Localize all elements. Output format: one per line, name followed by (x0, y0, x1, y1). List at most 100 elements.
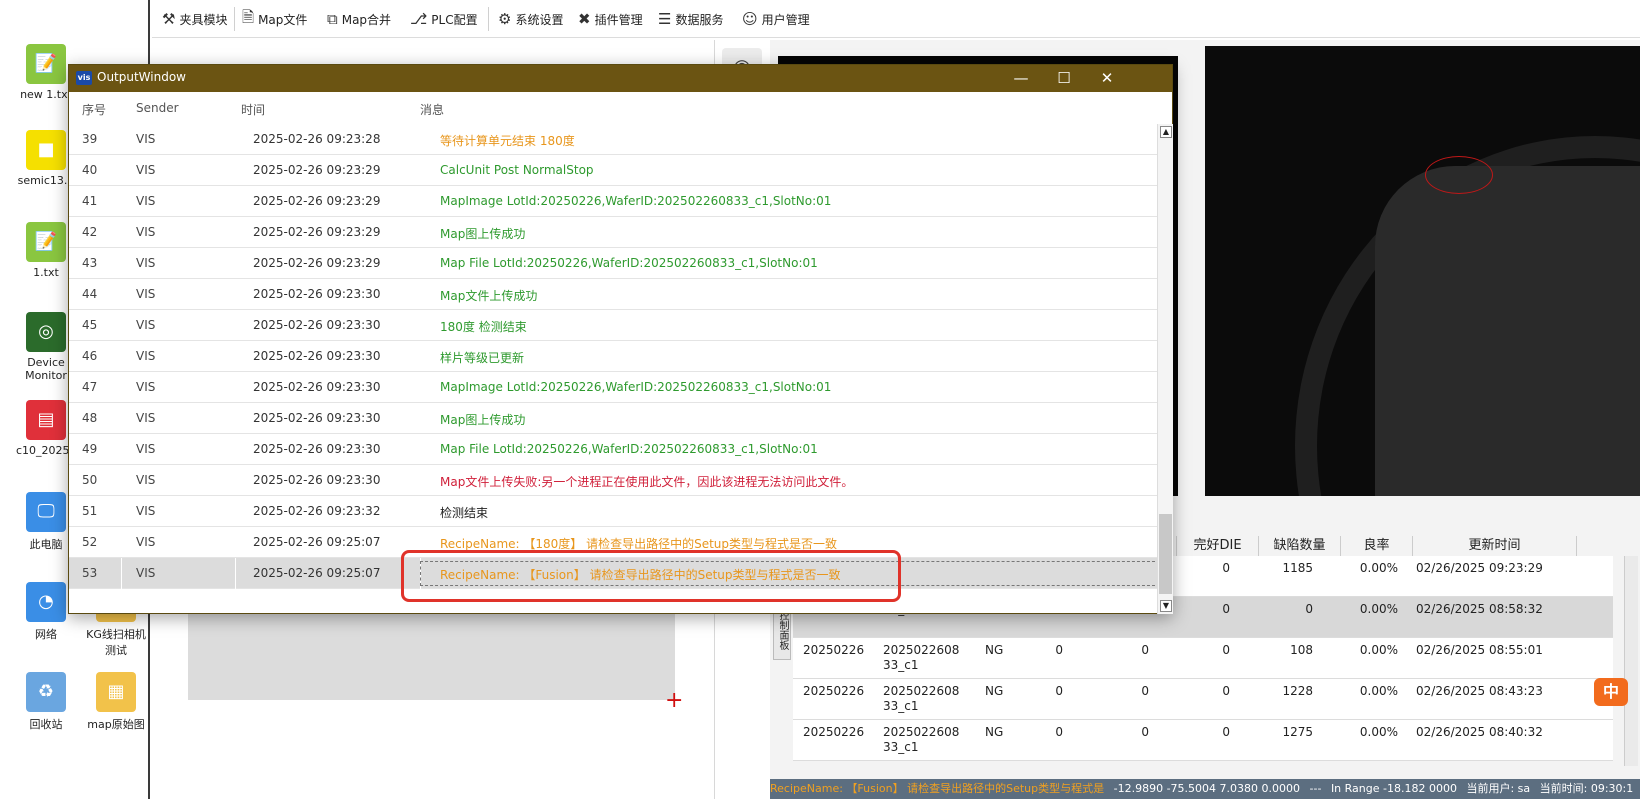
log-time: 2025-02-26 09:23:30 (253, 318, 381, 332)
scroll-up-icon[interactable]: ▲ (1160, 126, 1172, 138)
log-row[interactable]: 51 VIS 2025-02-26 09:23:32 检测结束 (69, 496, 1157, 527)
desktop-icon[interactable]: 📝 new 1.txt (16, 44, 76, 101)
log-index: 50 (82, 473, 98, 487)
scroll-down-icon[interactable]: ▼ (1160, 600, 1172, 612)
desktop-icon-label: 回收站 (29, 718, 63, 731)
app-toolbar: ⚒ 夹具模块 🗎 Map文件 ⧉ Map合并 ⎇ PLC配置 ⚙ 系统设置 ✖ 插件管理 ☰ 数据服务 ☺ 用… (152, 0, 1640, 38)
data-table-row[interactable]: 20250226 2025022608 33_c1 NG 0 0 0 1228 0.00% 02… (793, 679, 1613, 720)
status-user: 当前用户: sa (1466, 782, 1531, 795)
log-index: 52 (82, 535, 98, 549)
toolbar-button-7[interactable]: ☰ 数据服务 (658, 6, 723, 32)
log-message: 检测结束 (440, 506, 489, 520)
log-time: 2025-02-26 09:23:30 (253, 473, 381, 487)
desktop-icon[interactable]: ▤ c10_2025... (16, 400, 80, 457)
desktop-icon[interactable]: 🖵 此电脑 (16, 492, 76, 552)
toolbar-button-6[interactable]: ✖ 插件管理 (578, 6, 643, 32)
toolbar-button-3[interactable]: ⧉ Map合并 (327, 6, 391, 32)
toolbar-button-2[interactable]: 🗎 Map文件 (242, 6, 307, 32)
col-time[interactable]: 时间 (241, 101, 265, 118)
toolbar-button-label: 夹具模块 (179, 12, 228, 27)
desktop-icon-label: 此电脑 (29, 538, 63, 551)
desktop-icon-label: semic13... (17, 174, 75, 187)
log-index: 48 (82, 411, 98, 425)
radar-icon: ◎ (26, 312, 66, 352)
log-row[interactable]: 41 VIS 2025-02-26 09:23:29 MapImage LotId:2… (69, 186, 1157, 217)
data-table-cell: 0.00% (1359, 684, 1398, 698)
log-row[interactable]: 48 VIS 2025-02-26 09:23:30 Map图上传成功 (69, 403, 1157, 434)
log-time: 2025-02-26 09:23:28 (253, 132, 381, 146)
col-index[interactable]: 序号 (82, 101, 106, 118)
log-index: 53 (82, 566, 98, 580)
close-icon[interactable]: ✕ (1085, 65, 1129, 92)
col-message[interactable]: 消息 (420, 101, 444, 118)
data-table-cell: 0.00% (1359, 602, 1398, 616)
output-window-title: OutputWindow (97, 70, 186, 84)
toolbar-button-4[interactable]: ⎇ PLC配置 (410, 6, 478, 32)
data-table-row[interactable]: 20250226 2025022608 33_c1 NG 0 0 0 108 0.00% 02/… (793, 638, 1613, 679)
data-table-cell: 02/26/2025 08:43:23 (1416, 684, 1543, 698)
cell-divider (121, 558, 122, 589)
desktop-icon[interactable]: ▦ map原始图 (86, 672, 146, 732)
data-table-header[interactable]: 完好DIE (1177, 536, 1259, 556)
desktop-icon[interactable]: 📝 1.txt (16, 222, 76, 279)
ime-indicator-icon[interactable]: 中 (1594, 678, 1628, 706)
status-time: 当前时间: 09:30:1 (1539, 782, 1634, 795)
toolbar-button-5[interactable]: ⚙ 系统设置 (498, 6, 563, 32)
log-time: 2025-02-26 09:23:30 (253, 380, 381, 394)
log-message: RecipeName: 【180度】 请检查导出路径中的Setup类型与程式是否… (440, 537, 838, 551)
camera-image-right (1205, 46, 1640, 496)
data-table-scrollbar[interactable] (1624, 556, 1638, 766)
data-table-header[interactable]: 良率 (1341, 536, 1413, 556)
log-row[interactable]: 44 VIS 2025-02-26 09:23:30 Map文件上传成功 (69, 279, 1157, 310)
user-icon: ☺ (742, 10, 758, 28)
log-row[interactable]: 50 VIS 2025-02-26 09:23:30 Map文件上传失败:另一个进程正… (69, 465, 1157, 496)
desktop-icon-label: 网络 (35, 628, 57, 641)
recycle-bin-icon: ♻ (26, 672, 66, 712)
log-index: 45 (82, 318, 98, 332)
log-row[interactable]: 49 VIS 2025-02-26 09:23:30 Map File LotId:2… (69, 434, 1157, 465)
log-scrollbar[interactable]: ▲ ▼ (1157, 124, 1173, 614)
desktop-icon[interactable]: ♻ 回收站 (16, 672, 76, 732)
log-row[interactable]: 45 VIS 2025-02-26 09:23:30 180度 检测结束 (69, 310, 1157, 341)
minimize-icon[interactable]: — (999, 65, 1043, 92)
scroll-thumb[interactable] (1159, 514, 1172, 594)
log-sender: VIS (136, 287, 156, 301)
data-table-header[interactable]: 缺陷数量 (1259, 536, 1341, 556)
desktop-icon[interactable]: ■ semic13... (16, 130, 76, 187)
log-row[interactable]: 46 VIS 2025-02-26 09:23:30 样片等级已更新 (69, 341, 1157, 372)
data-table-header[interactable]: 更新时间 (1413, 536, 1577, 556)
toolbar-button-8[interactable]: ☺ 用户管理 (742, 6, 810, 32)
log-row[interactable]: 53 VIS 2025-02-26 09:25:07 RecipeName: 【Fus… (69, 558, 1157, 589)
status-coords: -12.9890 -75.5004 7.0380 0.0000 (1113, 782, 1301, 795)
toolbar-button-label: Map文件 (258, 12, 308, 27)
data-table-cell: 0.00% (1359, 725, 1398, 739)
toolbar-button-label: 用户管理 (761, 12, 810, 27)
maximize-icon[interactable]: ☐ (1042, 65, 1086, 92)
data-table-row[interactable]: 20250226 2025022608 33_c1 NG 0 0 0 1275 0.00% 02… (793, 720, 1613, 761)
log-row[interactable]: 52 VIS 2025-02-26 09:25:07 RecipeName: 【180… (69, 527, 1157, 558)
crosshair-icon: + (665, 688, 684, 713)
log-index: 40 (82, 163, 98, 177)
cell-divider (235, 558, 236, 589)
log-time: 2025-02-26 09:23:30 (253, 411, 381, 425)
col-sender[interactable]: Sender (136, 101, 179, 115)
log-row[interactable]: 43 VIS 2025-02-26 09:23:29 Map File LotId:2… (69, 248, 1157, 279)
log-row[interactable]: 40 VIS 2025-02-26 09:23:29 CalcUnit Post No… (69, 155, 1157, 186)
toolbar-button-1[interactable]: ⚒ 夹具模块 (162, 6, 227, 32)
document-icon: 🗎 (242, 7, 255, 26)
log-index: 51 (82, 504, 98, 518)
desktop-icon-label: new 1.txt (20, 88, 72, 101)
log-message: 180度 检测结束 (440, 320, 527, 334)
log-row[interactable]: 39 VIS 2025-02-26 09:23:28 等待计算单元结束 180度 (69, 124, 1157, 155)
data-table-cell: 1185 (1282, 561, 1313, 575)
output-window-titlebar[interactable]: vis OutputWindow — ☐ ✕ (69, 65, 1172, 92)
desktop-icon[interactable]: ◎ Device Monitor (16, 312, 76, 382)
data-table-cell: 02/26/2025 08:55:01 (1416, 643, 1543, 657)
data-table-cell: 02/26/2025 08:40:32 (1416, 725, 1543, 739)
data-table-cell: 20250226 (803, 684, 865, 698)
yellow-file-icon: ■ (26, 130, 66, 170)
data-table-cell: 1228 (1282, 684, 1313, 698)
log-row[interactable]: 42 VIS 2025-02-26 09:23:29 Map图上传成功 (69, 217, 1157, 248)
desktop-icon[interactable]: ◔ 网络 (16, 582, 76, 642)
log-row[interactable]: 47 VIS 2025-02-26 09:23:30 MapImage LotId:2… (69, 372, 1157, 403)
